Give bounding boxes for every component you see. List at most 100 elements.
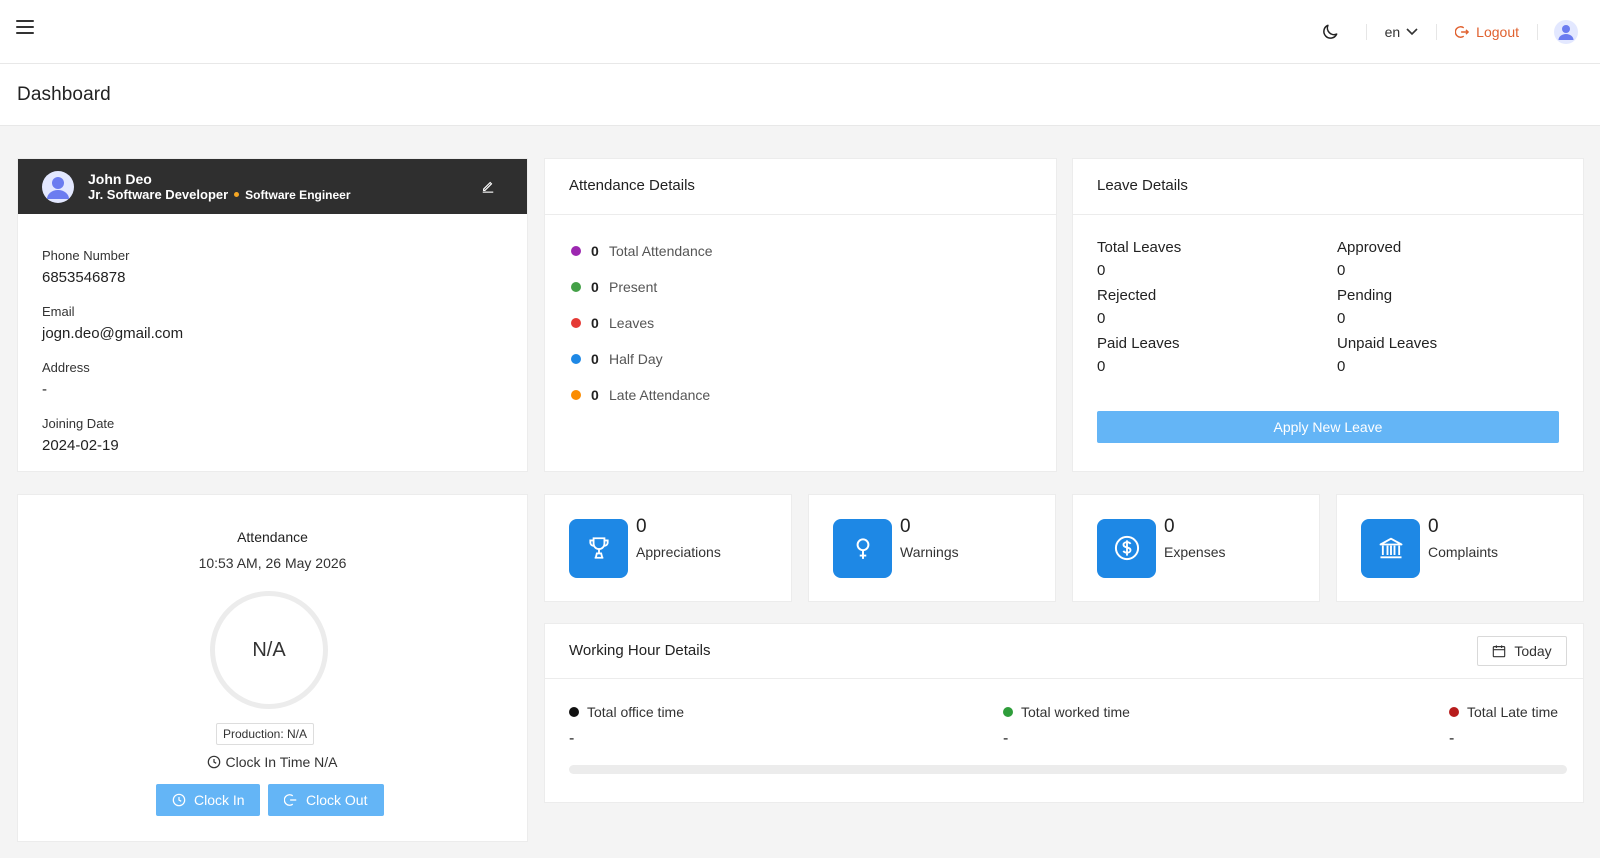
leave-stat: Paid Leaves 0	[1097, 335, 1337, 379]
clock-buttons: Clock In Clock Out	[156, 784, 384, 816]
leave-details-card: Leave Details Total Leaves 0 Approved 0 Re…	[1072, 158, 1584, 472]
metric-label: Total office time	[569, 704, 684, 720]
language-select[interactable]: en	[1367, 24, 1437, 40]
leave-grid: Total Leaves 0 Approved 0 Rejected 0 Pendin…	[1073, 215, 1583, 379]
leave-label: Total Leaves	[1097, 239, 1182, 256]
current-datetime: 10:53 AM, 26 May 2026	[198, 555, 347, 571]
status-dot	[571, 246, 581, 256]
leave-stat: Unpaid Leaves 0	[1337, 335, 1559, 379]
profile-field: Address -	[42, 360, 503, 398]
status-dot	[571, 390, 581, 400]
leave-label: Rejected	[1097, 287, 1157, 304]
email-value: jogn.deo@gmail.com	[42, 325, 184, 342]
label: Half Day	[609, 351, 663, 367]
date-filter-button[interactable]: Today	[1477, 636, 1567, 666]
working-hour-progress-bar	[569, 765, 1567, 774]
total-worked-time: Total worked time -	[1003, 704, 1130, 748]
count: 0	[591, 279, 599, 295]
status-dot	[569, 707, 579, 717]
production-ring: N/A	[210, 591, 328, 709]
working-hour-header: Working Hour Details Today	[545, 624, 1583, 679]
status-dot	[1449, 707, 1459, 717]
hamburger-menu-icon[interactable]	[16, 20, 34, 36]
logout-label: Logout	[1476, 24, 1519, 40]
calendar-icon	[1493, 645, 1506, 658]
leave-stat: Pending 0	[1337, 287, 1559, 331]
divider	[1537, 24, 1538, 40]
expenses-label: Expenses	[1164, 544, 1226, 560]
appreciations-label: Appreciations	[636, 544, 721, 560]
clock-out-button[interactable]: Clock Out	[268, 784, 384, 816]
profile-card: John Deo Jr. Software Developer Software…	[17, 158, 528, 472]
label: Leaves	[609, 315, 655, 331]
status-dot	[1003, 707, 1013, 717]
profile-header: John Deo Jr. Software Developer Software…	[18, 159, 527, 214]
metric-label: Total Late time	[1449, 704, 1558, 720]
expenses-count: 0	[1164, 516, 1175, 537]
expenses-card: 0 Expenses	[1072, 494, 1320, 602]
stat-text: 0 Complaints	[1428, 516, 1499, 560]
complaints-label: Complaints	[1428, 544, 1499, 560]
metric-text: Total office time	[587, 704, 685, 720]
language-value: en	[1384, 24, 1401, 40]
count: 0	[591, 387, 599, 403]
bank-icon	[1361, 518, 1420, 578]
phone-number-value: 6853546878	[42, 269, 126, 286]
field-label: Joining Date	[42, 416, 115, 431]
apply-new-leave-button[interactable]: Apply New Leave	[1097, 411, 1559, 443]
list-item: 0 Late Attendance	[571, 387, 1030, 403]
page-title: Dashboard	[17, 84, 111, 105]
metric-label: Total worked time	[1003, 704, 1130, 720]
clock-in-label: Clock In	[194, 792, 245, 808]
metric-text: Total worked time	[1021, 704, 1130, 720]
clock-icon	[208, 755, 221, 769]
leave-details-title: Leave Details	[1073, 159, 1583, 215]
attendance-details-title: Attendance Details	[545, 159, 1056, 215]
list-item: 0 Leaves	[571, 315, 1030, 331]
warnings-card: 0 Warnings	[808, 494, 1056, 602]
page-header: Dashboard	[0, 64, 1600, 126]
total-office-time: Total office time -	[569, 704, 684, 748]
label: Total Attendance	[609, 243, 713, 259]
leave-value: 0	[1097, 358, 1106, 375]
complaints-card: 0 Complaints	[1336, 494, 1584, 602]
count: 0	[591, 315, 599, 331]
leave-label: Pending	[1337, 287, 1393, 304]
profile-avatar-icon	[42, 171, 74, 203]
leave-value: 0	[1097, 262, 1106, 279]
profile-field: Joining Date 2024-02-19	[42, 416, 503, 454]
logout-button[interactable]: Logout	[1437, 24, 1537, 40]
clock-in-time: Clock In Time N/A	[18, 754, 527, 770]
leave-stat: Approved 0	[1337, 239, 1559, 283]
working-hour-title: Working Hour Details	[569, 642, 711, 659]
count: 0	[591, 351, 599, 367]
separator-dot	[234, 192, 240, 197]
clock-title: Attendance	[237, 529, 308, 545]
clock-icon	[172, 793, 186, 807]
logout-icon	[284, 794, 297, 806]
profile-role: Jr. Software Developer Software Engineer	[88, 187, 351, 202]
profile-department: Software Engineer	[245, 187, 351, 202]
attendance-list: 0 Total Attendance 0 Present 0 Leaves 0 Half…	[545, 215, 1056, 451]
field-label: Address	[42, 360, 90, 375]
profile-name: John Deo	[88, 171, 152, 187]
metric-value: -	[1449, 730, 1455, 747]
dark-mode-icon[interactable]	[1320, 22, 1340, 42]
user-avatar-icon[interactable]	[1554, 20, 1578, 44]
clock-in-button[interactable]: Clock In	[156, 784, 260, 816]
leave-label: Paid Leaves	[1097, 335, 1180, 352]
trophy-icon	[569, 518, 628, 578]
clock-out-label: Clock Out	[306, 792, 368, 808]
status-dot	[571, 282, 581, 292]
edit-profile-icon[interactable]	[481, 179, 495, 193]
profile-designation: Jr. Software Developer	[88, 187, 229, 202]
production-badge: Production: N/A	[216, 723, 314, 745]
appreciations-card: 0 Appreciations	[544, 494, 792, 602]
status-dot	[571, 318, 581, 328]
dollar-circle-icon	[1097, 518, 1156, 578]
joining-date-value: 2024-02-19	[42, 437, 119, 454]
top-bar: en Logout	[0, 0, 1600, 64]
working-hour-card: Working Hour Details Today Total office …	[544, 623, 1584, 803]
list-item: 0 Half Day	[571, 351, 1030, 367]
total-late-time: Total Late time -	[1449, 704, 1558, 748]
